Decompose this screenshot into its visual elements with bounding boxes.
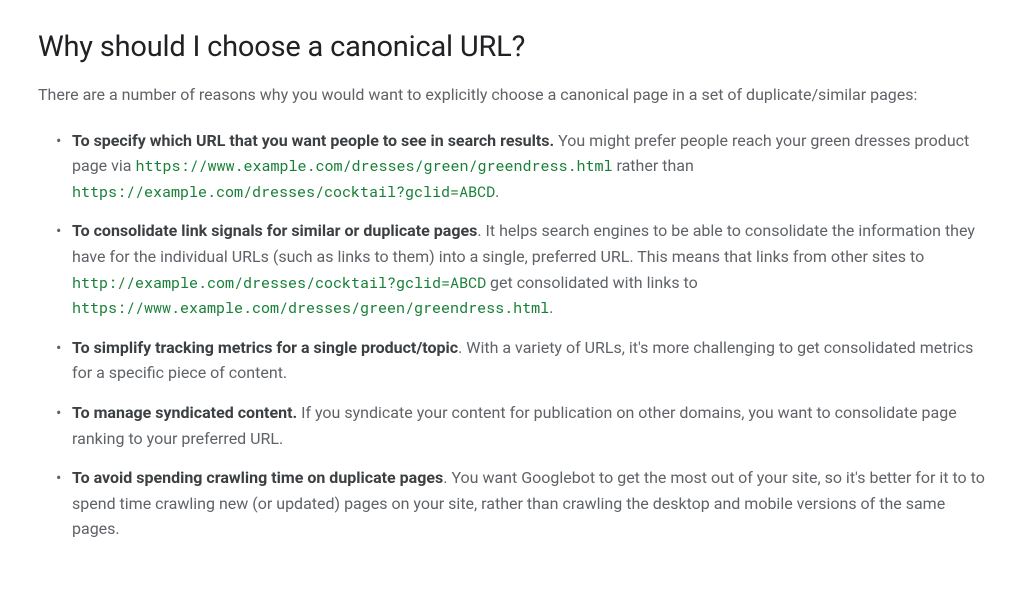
item-bold: To simplify tracking metrics for a singl… — [72, 338, 458, 357]
item-bold: To specify which URL that you want peopl… — [72, 131, 554, 150]
item-bold: To avoid spending crawling time on dupli… — [72, 468, 443, 487]
reasons-list: To specify which URL that you want peopl… — [38, 128, 986, 542]
item-text: rather than — [613, 156, 694, 175]
item-bold: To manage syndicated content. — [72, 403, 297, 422]
list-item: To consolidate link signals for similar … — [56, 218, 986, 320]
intro-text: There are a number of reasons why you wo… — [38, 82, 986, 108]
item-code: https://example.com/dresses/cocktail?gcl… — [72, 182, 495, 202]
item-bold: To consolidate link signals for similar … — [72, 221, 477, 240]
page-heading: Why should I choose a canonical URL? — [38, 30, 986, 64]
list-item: To avoid spending crawling time on dupli… — [56, 465, 986, 542]
item-text: . — [495, 182, 499, 201]
item-code: https://www.example.com/dresses/green/gr… — [72, 298, 549, 318]
item-code: https://www.example.com/dresses/green/gr… — [135, 156, 612, 176]
list-item: To specify which URL that you want peopl… — [56, 128, 986, 205]
item-text: get consolidated with links to — [486, 273, 698, 292]
list-item: To manage syndicated content. If you syn… — [56, 400, 986, 451]
list-item: To simplify tracking metrics for a singl… — [56, 335, 986, 386]
item-text: . — [549, 298, 553, 317]
item-code: http://example.com/dresses/cocktail?gcli… — [72, 273, 486, 293]
